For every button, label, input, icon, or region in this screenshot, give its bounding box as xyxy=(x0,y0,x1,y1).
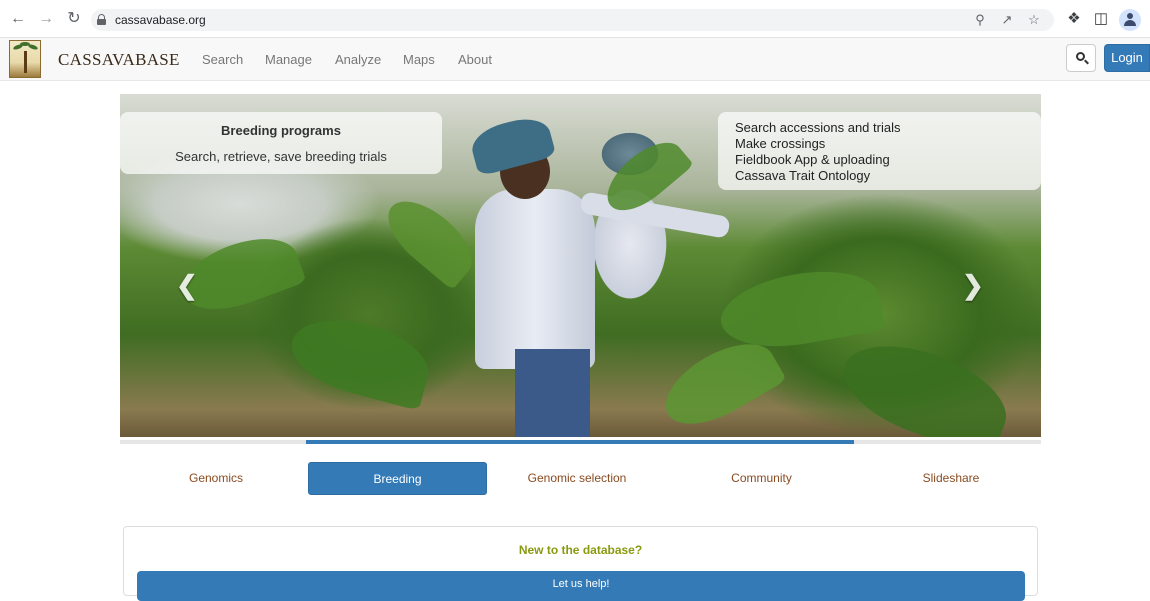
nav-maps[interactable]: Maps xyxy=(403,52,435,67)
tab-genomics[interactable]: Genomics xyxy=(125,462,307,495)
nav-analyze[interactable]: Analyze xyxy=(335,52,381,67)
profile-avatar-icon[interactable] xyxy=(1119,9,1141,31)
url-text: cassavabase.org xyxy=(115,13,206,27)
caption-line: Fieldbook App & uploading xyxy=(735,152,890,167)
caption-subtitle: Search, retrieve, save breeding trials xyxy=(175,149,387,164)
tab-breeding[interactable]: Breeding xyxy=(308,462,487,495)
side-panel-icon[interactable]: ◫ xyxy=(1091,9,1111,29)
farmer-figure xyxy=(475,189,595,369)
caption-features-list: Search accessions and trials Make crossi… xyxy=(718,112,1041,190)
panel-heading: New to the database? xyxy=(518,543,643,557)
lock-icon xyxy=(97,14,106,25)
brand-name[interactable]: CASSAVABASE xyxy=(58,50,180,70)
address-bar[interactable]: cassavabase.org ⚲ ↗ ☆ xyxy=(91,9,1054,31)
tab-slideshare[interactable]: Slideshare xyxy=(860,462,1042,495)
carousel-prev-icon[interactable]: ❮ xyxy=(176,270,198,300)
caption-line: Make crossings xyxy=(735,136,826,151)
reload-icon[interactable]: ↻ xyxy=(64,9,84,29)
nav-about[interactable]: About xyxy=(458,52,492,67)
caption-line: Search accessions and trials xyxy=(735,120,901,135)
back-arrow-icon[interactable]: ← xyxy=(8,9,28,29)
cassavabase-logo[interactable] xyxy=(9,40,41,78)
caption-line: Cassava Trait Ontology xyxy=(735,168,871,183)
login-button[interactable]: Login xyxy=(1104,44,1150,72)
carousel-next-icon[interactable]: ❯ xyxy=(962,270,984,300)
bookmark-star-icon[interactable]: ☆ xyxy=(1025,11,1043,29)
browser-toolbar: ← → ↻ cassavabase.org ⚲ ↗ ☆ ❖ ◫ xyxy=(0,0,1150,38)
tab-genomic-selection[interactable]: Genomic selection xyxy=(488,462,666,495)
forward-arrow-icon[interactable]: → xyxy=(36,9,56,29)
help-button[interactable]: Let us help! xyxy=(137,571,1025,601)
nav-search[interactable]: Search xyxy=(202,52,243,67)
search-icon[interactable] xyxy=(1066,44,1096,72)
tab-community[interactable]: Community xyxy=(671,462,852,495)
carousel-progress-bar xyxy=(306,440,854,444)
caption-title: Breeding programs xyxy=(221,123,341,138)
hero-carousel: Breeding programs Search, retrieve, save… xyxy=(120,94,1041,437)
extensions-puzzle-icon[interactable]: ❖ xyxy=(1064,9,1084,29)
caption-breeding-programs: Breeding programs Search, retrieve, save… xyxy=(120,112,442,174)
share-icon[interactable]: ↗ xyxy=(998,11,1016,29)
nav-manage[interactable]: Manage xyxy=(265,52,312,67)
key-icon[interactable]: ⚲ xyxy=(971,11,989,29)
site-navbar: CASSAVABASE Search Manage Analyze Maps A… xyxy=(0,38,1150,81)
